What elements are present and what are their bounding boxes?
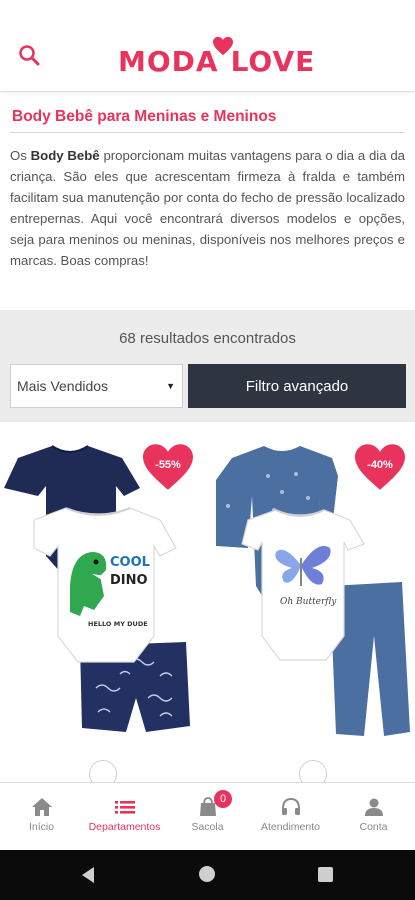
home-circle-icon[interactable] [199, 866, 215, 882]
logo-heart-icon [213, 36, 233, 56]
product-print-text: COOL [110, 555, 150, 570]
system-nav-bar [0, 850, 415, 900]
product-grid: COOL DINO HELLO MY DUDE -55% Oh Butterfl… [0, 436, 415, 782]
product-print-text: Oh Butterfly [280, 597, 337, 607]
product-card[interactable]: Oh Butterfly -40% [208, 436, 415, 782]
nav-item-departamentos[interactable]: Departamentos [83, 783, 166, 850]
home-icon [31, 798, 52, 816]
sort-select[interactable]: Mais Vendidos ▼ [10, 364, 183, 408]
nav-label-atendimento: Atendimento [261, 821, 320, 833]
wishlist-button[interactable] [89, 760, 117, 782]
category-title: Body Bebê para Meninas e Meninos [10, 100, 405, 133]
results-count: 68 resultados encontrados [119, 330, 296, 347]
nav-label-departamentos: Departamentos [88, 821, 161, 833]
wishlist-button[interactable] [299, 760, 327, 782]
nav-label-inicio: Início [28, 821, 55, 833]
user-icon [364, 798, 383, 816]
nav-item-inicio[interactable]: Início [0, 783, 83, 850]
app-header: MODA LOVE [0, 0, 415, 92]
logo-word-love: LOVE [230, 45, 316, 78]
back-icon[interactable] [80, 866, 96, 884]
menu-icon [114, 801, 135, 814]
nav-label-sacola: Sacola [191, 821, 224, 833]
bottom-nav: Início Departamentos 0 Sacola Atendiment… [0, 782, 415, 850]
headset-icon [281, 797, 300, 815]
product-print-text-2: DINO [110, 573, 148, 588]
description-bold: Body Bebê [30, 148, 100, 163]
advanced-filter-button[interactable]: Filtro avançado [188, 364, 406, 408]
description-prefix: Os [10, 148, 31, 163]
bag-count-badge: 0 [214, 790, 232, 808]
nav-item-conta[interactable]: Conta [332, 783, 415, 850]
logo-word-moda: MODA [118, 45, 219, 78]
recent-apps-icon[interactable] [318, 867, 333, 882]
discount-badge: -40% [352, 442, 408, 492]
product-card[interactable]: COOL DINO HELLO MY DUDE -55% [0, 436, 207, 782]
nav-item-sacola[interactable]: 0 Sacola [166, 783, 249, 850]
category-description: Os Body Bebê proporcionam muitas vantage… [10, 133, 405, 271]
discount-value: -40% [367, 459, 393, 471]
search-icon[interactable] [16, 42, 44, 70]
sort-selected-value: Mais Vendidos [17, 378, 109, 394]
filter-bar: 68 resultados encontrados Mais Vendidos … [0, 310, 415, 422]
category-intro: Body Bebê para Meninas e Meninos Os Body… [0, 100, 415, 271]
discount-badge: -55% [140, 442, 196, 492]
product-print-subtext: HELLO MY DUDE [88, 620, 148, 628]
caret-down-icon: ▼ [166, 381, 175, 391]
nav-item-atendimento[interactable]: Atendimento [249, 783, 332, 850]
nav-label-conta: Conta [359, 821, 388, 833]
discount-value: -55% [155, 459, 181, 471]
description-body: proporcionam muitas vantagens para o dia… [10, 148, 406, 268]
